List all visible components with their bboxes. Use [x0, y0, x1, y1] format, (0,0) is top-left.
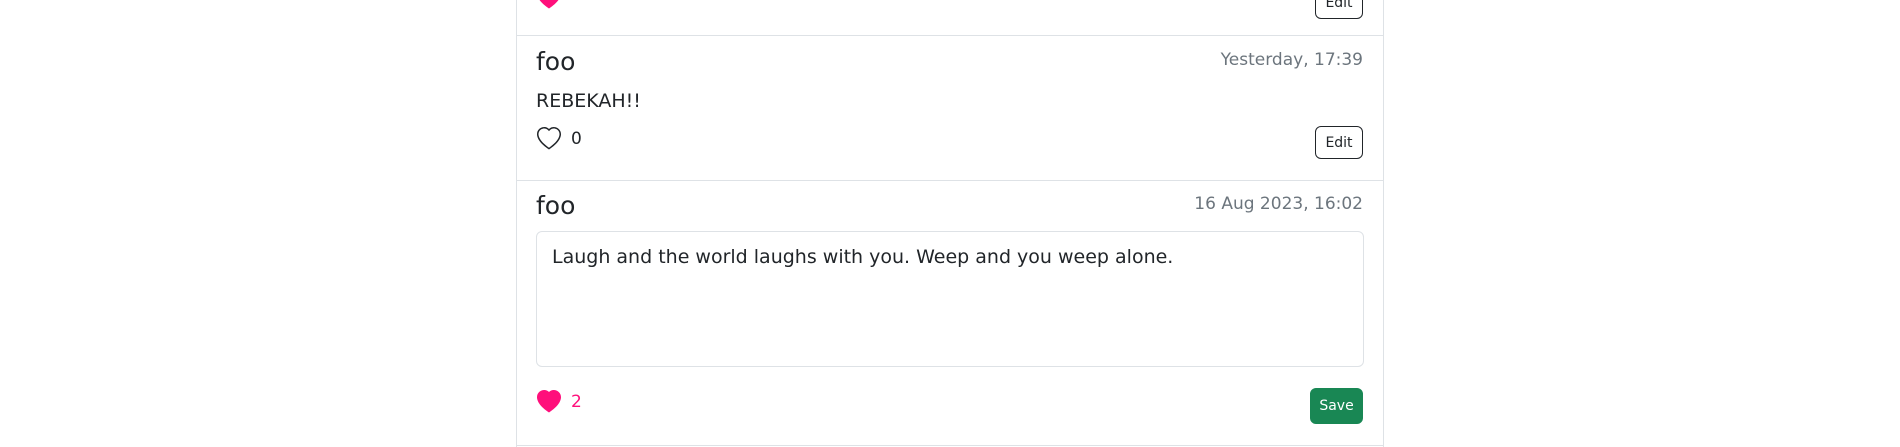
like-button[interactable]: 0: [536, 127, 582, 151]
heart-filled-icon: [537, 390, 561, 413]
post-card-partial: Edit: [517, 0, 1383, 36]
like-count: 2: [571, 392, 582, 412]
post-timestamp: Yesterday, 17:39: [1220, 50, 1363, 70]
heart-outline-icon: [537, 127, 561, 150]
post-card: foo Yesterday, 17:39 REBEKAH!! 0 Edit: [517, 36, 1383, 181]
edit-button[interactable]: Edit: [1315, 0, 1363, 19]
save-button[interactable]: Save: [1310, 388, 1363, 424]
post-body: REBEKAH!!: [536, 90, 641, 112]
post-username: foo: [536, 191, 576, 220]
like-button[interactable]: [536, 0, 562, 10]
post-card-editing: foo 16 Aug 2023, 16:02 Laugh and the wor…: [517, 181, 1383, 446]
post-username: foo: [536, 47, 576, 76]
post-feed: Edit foo Yesterday, 17:39 REBEKAH!! 0 Ed…: [516, 0, 1384, 447]
like-count: 0: [571, 129, 582, 149]
edit-button[interactable]: Edit: [1315, 126, 1363, 159]
post-timestamp: 16 Aug 2023, 16:02: [1194, 194, 1363, 214]
like-button[interactable]: 2: [536, 390, 582, 414]
post-edit-textarea[interactable]: Laugh and the world laughs with you. Wee…: [536, 231, 1364, 367]
heart-filled-icon: [539, 0, 559, 9]
